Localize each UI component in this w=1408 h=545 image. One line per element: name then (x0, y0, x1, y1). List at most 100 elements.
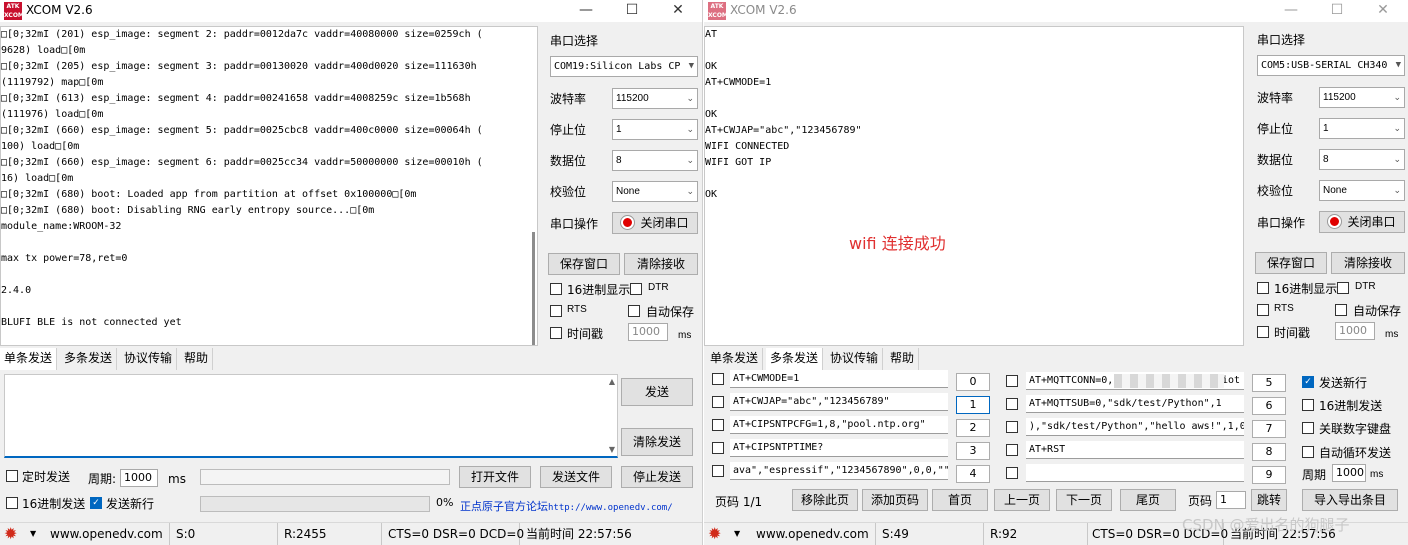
website-link[interactable]: www.openedv.com (752, 523, 876, 545)
baud-select[interactable]: 115200 ⌄ (612, 88, 698, 109)
add-page-button[interactable]: 添加页码 (862, 489, 928, 511)
tab-help[interactable]: 帮助 (886, 348, 920, 370)
multi-row-checkbox[interactable] (1006, 444, 1018, 456)
tab-protocol[interactable]: 协议传输 (826, 348, 884, 370)
clear-send-button[interactable]: 清除发送 (621, 428, 693, 456)
timestamp-interval-input[interactable]: 1000 (1335, 322, 1375, 340)
multi-cmd-input[interactable]: AT+CIPSNTPTIME? (730, 439, 948, 457)
minimize-button[interactable]: — (563, 0, 609, 22)
multi-send-button[interactable]: 9 (1252, 466, 1286, 484)
newline-send-checkbox[interactable]: ✓ (90, 497, 102, 509)
timestamp-checkbox[interactable] (550, 327, 562, 339)
multi-send-button[interactable]: 1 (956, 396, 990, 414)
parity-select[interactable]: None ⌄ (1319, 180, 1405, 201)
multi-send-button[interactable]: 0 (956, 373, 990, 391)
multi-send-button[interactable]: 4 (956, 465, 990, 483)
period-input[interactable]: 1000 (1332, 464, 1366, 482)
remove-page-button[interactable]: 移除此页 (792, 489, 858, 511)
rts-checkbox[interactable] (550, 305, 562, 317)
data-bits-select[interactable]: 8 ⌄ (1319, 149, 1405, 170)
hex-send-checkbox[interactable] (6, 497, 18, 509)
chevron-down-icon[interactable]: ▼ (730, 523, 752, 545)
period-input[interactable]: 1000 (120, 469, 158, 487)
baud-select[interactable]: 115200 ⌄ (1319, 87, 1405, 108)
open-file-button[interactable]: 打开文件 (459, 466, 531, 488)
save-window-button[interactable]: 保存窗口 (1255, 252, 1327, 274)
timestamp-interval-input[interactable]: 1000 (628, 323, 668, 341)
last-page-button[interactable]: 尾页 (1120, 489, 1176, 511)
receive-scrollbar[interactable] (532, 232, 535, 345)
multi-row-checkbox[interactable] (712, 442, 724, 454)
forum-link[interactable]: 正点原子官方论坛http://www.openedv.com/ (460, 498, 673, 514)
auto-save-checkbox[interactable] (1335, 304, 1347, 316)
title-bar[interactable]: ATK XCOM XCOM V2.6 — ☐ ✕ (0, 0, 702, 22)
multi-row-checkbox[interactable] (712, 373, 724, 385)
multi-send-button[interactable]: 7 (1252, 420, 1286, 438)
timed-send-checkbox[interactable] (6, 470, 18, 482)
dtr-checkbox[interactable] (1337, 282, 1349, 294)
multi-cmd-input[interactable]: AT+MQTTSUB=0,"sdk/test/Python",1 (1026, 395, 1244, 413)
website-link[interactable]: www.openedv.com (46, 523, 170, 545)
multi-send-button[interactable]: 3 (956, 442, 990, 460)
hex-display-checkbox[interactable] (550, 283, 562, 295)
multi-cmd-input[interactable]: AT+CWJAP="abc","123456789" (730, 393, 948, 411)
import-export-button[interactable]: 导入导出条目 (1302, 489, 1398, 511)
next-page-button[interactable]: 下一页 (1056, 489, 1112, 511)
tab-help[interactable]: 帮助 (180, 348, 214, 370)
stop-bits-select[interactable]: 1 ⌄ (1319, 118, 1405, 139)
multi-cmd-input[interactable]: AT+RST (1026, 441, 1244, 459)
hex-display-checkbox[interactable] (1257, 282, 1269, 294)
parity-select[interactable]: None ⌄ (612, 181, 698, 202)
first-page-button[interactable]: 首页 (932, 489, 988, 511)
port-select[interactable]: COM5:USB-SERIAL CH340 ▼ (1257, 55, 1405, 76)
stop-send-button[interactable]: 停止发送 (621, 466, 693, 488)
hex-send-checkbox[interactable] (1302, 399, 1314, 411)
stop-bits-select[interactable]: 1 ⌄ (612, 119, 698, 140)
multi-row-checkbox[interactable] (712, 419, 724, 431)
tab-multi-send[interactable]: 多条发送 (766, 348, 824, 370)
multi-row-checkbox[interactable] (1006, 421, 1018, 433)
tab-single-send[interactable]: 单条发送 (706, 348, 764, 370)
tab-protocol[interactable]: 协议传输 (120, 348, 178, 370)
prev-page-button[interactable]: 上一页 (994, 489, 1050, 511)
save-window-button[interactable]: 保存窗口 (548, 253, 620, 275)
multi-send-button[interactable]: 8 (1252, 443, 1286, 461)
multi-send-button[interactable]: 2 (956, 419, 990, 437)
scroll-up-icon[interactable]: ▲ (609, 377, 615, 386)
close-window-button[interactable]: ✕ (1360, 0, 1406, 22)
newline-send-checkbox[interactable]: ✓ (1302, 376, 1314, 388)
send-file-button[interactable]: 发送文件 (540, 466, 612, 488)
multi-row-checkbox[interactable] (1006, 467, 1018, 479)
receive-area[interactable]: AT OK AT+CWMODE=1 OK AT+CWJAP="abc","1234567… (704, 26, 1244, 346)
multi-cmd-input[interactable]: AT+CWMODE=1 (730, 370, 948, 388)
clear-receive-button[interactable]: 清除接收 (1331, 252, 1405, 274)
numpad-link-checkbox[interactable] (1302, 422, 1314, 434)
send-button[interactable]: 发送 (621, 378, 693, 406)
close-port-button[interactable]: 关闭串口 (612, 212, 698, 234)
maximize-button[interactable]: ☐ (1314, 0, 1360, 22)
minimize-button[interactable]: — (1268, 0, 1314, 22)
tab-single-send[interactable]: 单条发送 (0, 348, 58, 370)
page-number-input[interactable]: 1 (1216, 491, 1246, 509)
port-select[interactable]: COM19:Silicon Labs CP ▼ (550, 56, 698, 77)
multi-row-checkbox[interactable] (1006, 375, 1018, 387)
dtr-checkbox[interactable] (630, 283, 642, 295)
auto-save-checkbox[interactable] (628, 305, 640, 317)
title-bar[interactable]: ATK XCOM XCOM V2.6 — ☐ ✕ (704, 0, 1408, 22)
gear-icon[interactable]: ✹ (704, 523, 730, 545)
scroll-down-icon[interactable]: ▼ (609, 445, 615, 454)
receive-area[interactable]: □[0;32mI (201) esp_image: segment 2: pad… (0, 26, 538, 346)
multi-send-button[interactable]: 5 (1252, 374, 1286, 392)
timestamp-checkbox[interactable] (1257, 326, 1269, 338)
clear-receive-button[interactable]: 清除接收 (624, 253, 698, 275)
tab-multi-send[interactable]: 多条发送 (60, 348, 118, 370)
chevron-down-icon[interactable]: ▼ (26, 523, 46, 545)
multi-cmd-input[interactable]: ava","espressif","1234567890",0,0,"" (730, 462, 948, 480)
multi-send-button[interactable]: 6 (1252, 397, 1286, 415)
data-bits-select[interactable]: 8 ⌄ (612, 150, 698, 171)
close-window-button[interactable]: ✕ (655, 0, 701, 22)
close-port-button[interactable]: 关闭串口 (1319, 211, 1405, 233)
jump-button[interactable]: 跳转 (1251, 489, 1287, 511)
multi-cmd-input[interactable]: ),"sdk/test/Python","hello aws!",1,0 (1026, 418, 1244, 436)
multi-cmd-input[interactable]: AT+CIPSNTPCFG=1,8,"pool.ntp.org" (730, 416, 948, 434)
